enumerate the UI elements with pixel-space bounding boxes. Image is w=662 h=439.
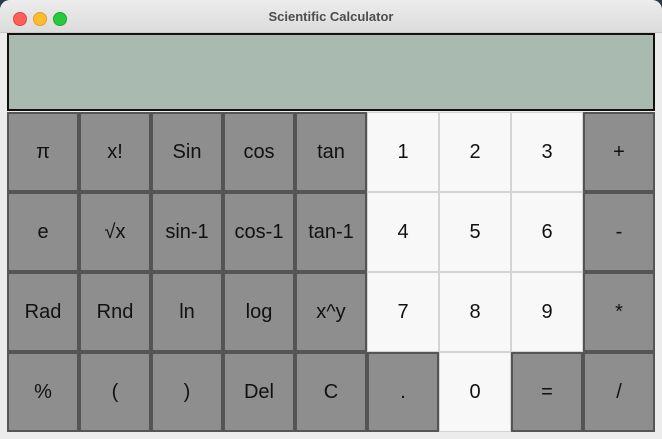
window-title: Scientific Calculator: [268, 9, 394, 24]
factorial-key[interactable]: x!: [79, 112, 151, 192]
digit-9-key[interactable]: 9: [511, 272, 583, 352]
digit-8-key[interactable]: 8: [439, 272, 511, 352]
digit-4-key[interactable]: 4: [367, 192, 439, 272]
sqrt-key[interactable]: √x: [79, 192, 151, 272]
digit-0-key[interactable]: 0: [439, 352, 511, 432]
equals-key[interactable]: =: [511, 352, 583, 432]
euler-key[interactable]: e: [7, 192, 79, 272]
open-paren-key[interactable]: (: [79, 352, 151, 432]
delete-key[interactable]: Del: [223, 352, 295, 432]
keypad: π x! Sin cos tan 1 2 3 + e √x sin-1 cos-1 tan-1 4 5 6- Ra…: [7, 112, 655, 432]
tan-key[interactable]: tan: [295, 112, 367, 192]
cos-key[interactable]: cos: [223, 112, 295, 192]
acos-key[interactable]: cos-1: [223, 192, 295, 272]
pi-key[interactable]: π: [7, 112, 79, 192]
digit-6-key[interactable]: 6: [511, 192, 583, 272]
subtract-key[interactable]: -: [583, 192, 655, 272]
multiply-key[interactable]: *: [583, 272, 655, 352]
title-bar: Scientific Calculator: [0, 0, 662, 33]
digit-2-key[interactable]: 2: [439, 112, 511, 192]
digit-1-key[interactable]: 1: [367, 112, 439, 192]
digit-7-key[interactable]: 7: [367, 272, 439, 352]
divide-key[interactable]: /: [583, 352, 655, 432]
atan-key[interactable]: tan-1: [295, 192, 367, 272]
power-key[interactable]: x^y: [295, 272, 367, 352]
close-paren-key[interactable]: ): [151, 352, 223, 432]
rad-key[interactable]: Rad: [7, 272, 79, 352]
log-key[interactable]: log: [223, 272, 295, 352]
digit-5-key[interactable]: 5: [439, 192, 511, 272]
sin-key[interactable]: Sin: [151, 112, 223, 192]
ln-key[interactable]: ln: [151, 272, 223, 352]
calculator-window: Scientific Calculator π x! Sin cos tan 1 2 3 + e √…: [0, 0, 662, 439]
clear-key[interactable]: C: [295, 352, 367, 432]
decimal-key[interactable]: .: [367, 352, 439, 432]
calculator-display[interactable]: [7, 33, 655, 111]
percent-key[interactable]: %: [7, 352, 79, 432]
rnd-key[interactable]: Rnd: [79, 272, 151, 352]
add-key[interactable]: +: [583, 112, 655, 192]
asin-key[interactable]: sin-1: [151, 192, 223, 272]
digit-3-key[interactable]: 3: [511, 112, 583, 192]
